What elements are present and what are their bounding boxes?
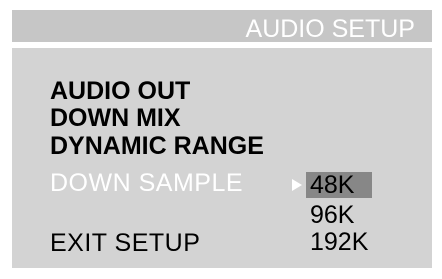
option-48k[interactable]: 48K: [306, 172, 373, 198]
option-96k[interactable]: 96K: [310, 202, 354, 228]
audio-setup-panel: AUDIO SETUP AUDIO OUT DOWN MIX DYNAMIC R…: [12, 10, 432, 268]
menu-item-down-sample[interactable]: DOWN SAMPLE: [50, 170, 243, 196]
menu-item-dynamic-range[interactable]: DYNAMIC RANGE: [50, 133, 264, 159]
triangle-right-icon: [292, 179, 302, 191]
page-title: AUDIO SETUP: [245, 15, 415, 43]
option-192k[interactable]: 192K: [310, 229, 368, 255]
menu-item-audio-out[interactable]: AUDIO OUT: [50, 78, 190, 104]
menu-item-down-mix[interactable]: DOWN MIX: [50, 105, 181, 131]
title-bar: AUDIO SETUP: [12, 10, 432, 48]
menu-item-exit-setup[interactable]: EXIT SETUP: [50, 230, 200, 256]
